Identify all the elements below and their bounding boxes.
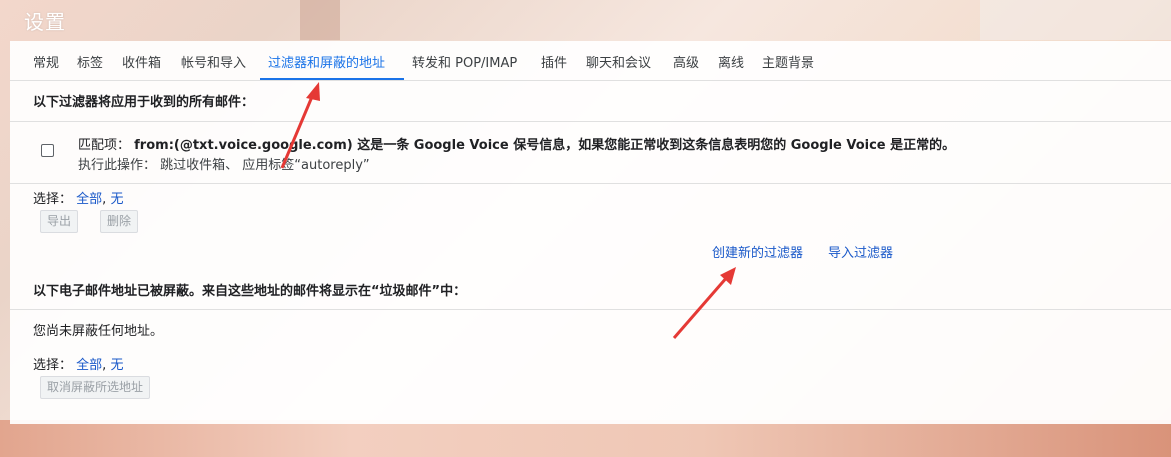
select-label: 选择：	[33, 358, 73, 373]
background-decoration	[300, 0, 340, 40]
filter-criteria-line: 匹配项： from:(@txt.voice.google.com) 这是一条 G…	[78, 134, 955, 153]
filter-match-label: 匹配项：	[78, 138, 131, 153]
tab-filters-blocked[interactable]: 过滤器和屏蔽的地址	[268, 52, 385, 71]
tab-general[interactable]: 常规	[33, 52, 59, 71]
blocked-select-row: 选择： 全部, 无	[33, 358, 124, 373]
filter-select-row: 选择： 全部, 无	[33, 192, 124, 207]
tab-inbox[interactable]: 收件箱	[122, 52, 161, 71]
page-title: 设置	[24, 10, 66, 34]
filter-criteria: from:(@txt.voice.google.com) 这是一条 Google…	[134, 138, 956, 153]
tab-forwarding-pop-imap[interactable]: 转发和 POP/IMAP	[412, 52, 517, 71]
select-label: 选择：	[33, 192, 73, 207]
blocked-empty-text: 您尚未屏蔽任何地址。	[33, 324, 164, 339]
blocked-section-title: 以下电子邮件地址已被屏蔽。来自这些地址的邮件将显示在“垃圾邮件”中：	[33, 284, 467, 299]
tab-offline[interactable]: 离线	[718, 52, 744, 71]
delete-button[interactable]: 删除	[100, 210, 139, 233]
background-decoration	[0, 420, 1171, 457]
filter-action-line: 执行此操作： 跳过收件箱、 应用标签“autoreply”	[78, 154, 370, 173]
filter-action: 跳过收件箱、 应用标签“autoreply”	[160, 158, 370, 173]
tab-labels[interactable]: 标签	[77, 52, 103, 71]
select-all-link[interactable]: 全部	[76, 192, 102, 207]
filter-row: 匹配项： from:(@txt.voice.google.com) 这是一条 G…	[10, 122, 1171, 184]
tab-advanced[interactable]: 高级	[673, 52, 699, 71]
filter-action-label: 执行此操作：	[78, 158, 157, 173]
tab-addons[interactable]: 插件	[541, 52, 567, 71]
import-filter-link[interactable]: 导入过滤器	[828, 242, 893, 261]
export-button[interactable]: 导出	[40, 210, 79, 233]
select-all-link[interactable]: 全部	[76, 358, 102, 373]
select-none-link[interactable]: 无	[110, 192, 123, 207]
tab-accounts-import[interactable]: 帐号和导入	[181, 52, 246, 71]
settings-panel: 常规 标签 收件箱 帐号和导入 过滤器和屏蔽的地址 转发和 POP/IMAP 插…	[10, 41, 1171, 424]
tab-themes[interactable]: 主题背景	[762, 52, 814, 71]
background-decoration	[980, 0, 1171, 40]
select-none-link[interactable]: 无	[110, 358, 123, 373]
settings-tabs: 常规 标签 收件箱 帐号和导入 过滤器和屏蔽的地址 转发和 POP/IMAP 插…	[10, 41, 1171, 81]
filters-section-title: 以下过滤器将应用于收到的所有邮件：	[33, 95, 255, 110]
unblock-button[interactable]: 取消屏蔽所选地址	[40, 376, 151, 399]
active-tab-indicator	[260, 78, 404, 80]
divider	[10, 309, 1171, 310]
tab-chat-meet[interactable]: 聊天和会议	[586, 52, 651, 71]
filter-checkbox[interactable]	[41, 144, 54, 157]
create-filter-link[interactable]: 创建新的过滤器	[712, 242, 803, 261]
